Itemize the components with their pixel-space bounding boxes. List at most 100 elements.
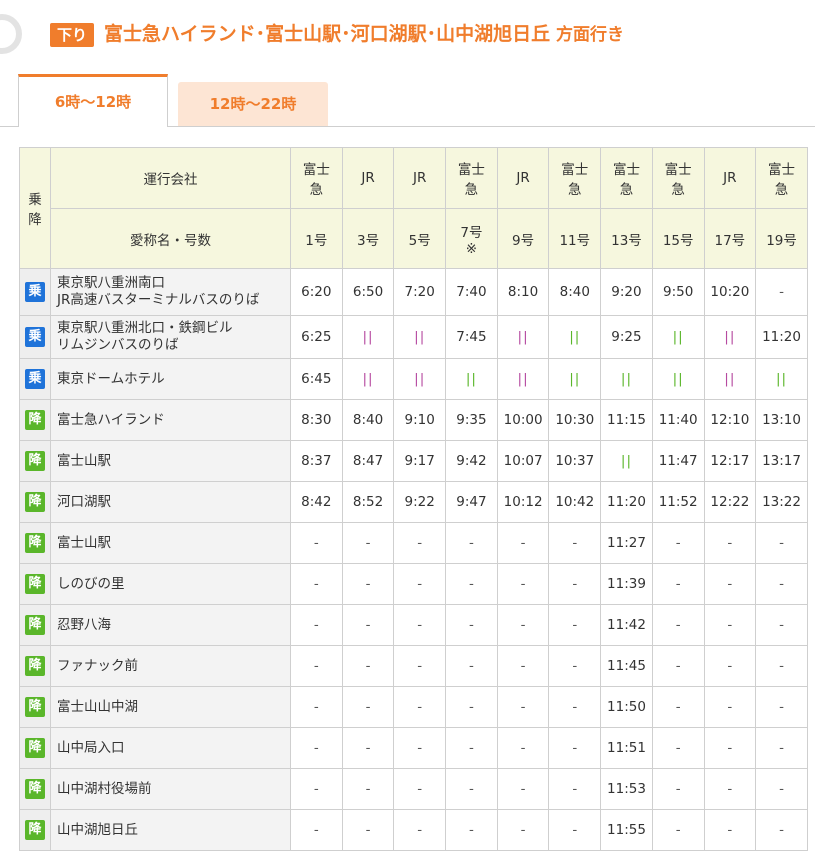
no-service-marker: - <box>468 658 474 674</box>
operator-cell: 富士 急 <box>445 147 498 209</box>
time-value: 11:20 <box>762 329 801 345</box>
no-service-marker: - <box>468 822 474 838</box>
departure-time-cell: - <box>703 563 757 605</box>
time-value: 6:25 <box>301 329 332 345</box>
service-number-cell[interactable]: 9号 <box>496 208 550 269</box>
stop-name[interactable]: 山中局入口 <box>50 727 291 769</box>
no-service-marker: - <box>417 658 423 674</box>
stop-name[interactable]: 東京ドームホテル <box>50 358 291 400</box>
departure-time-cell: - <box>651 768 705 810</box>
service-number-cell[interactable]: 7号 ※ <box>445 208 498 269</box>
departure-time-cell: - <box>755 645 808 687</box>
departure-time-cell: 9:47 <box>445 481 498 523</box>
no-service-marker: - <box>520 617 526 633</box>
service-number-cell[interactable]: 13号 <box>600 208 653 269</box>
departure-time-cell: - <box>341 645 395 687</box>
time-value: 9:22 <box>404 494 435 510</box>
departure-time-cell: 8:40 <box>548 268 602 316</box>
stop-name[interactable]: 富士山駅 <box>50 522 291 564</box>
operator-cell: 富士 急 <box>290 147 343 209</box>
departure-time-cell: - <box>341 686 395 728</box>
operator-cell: JR <box>393 147 447 209</box>
tab-morning[interactable]: 6時～12時 <box>18 74 168 127</box>
service-number-cell[interactable]: 19号 <box>755 208 808 269</box>
no-service-marker: - <box>675 658 681 674</box>
time-value: 11:39 <box>607 576 646 592</box>
departure-time-cell: || <box>703 358 757 400</box>
departure-time-cell: 9:20 <box>600 268 653 316</box>
time-value: 7:45 <box>456 329 487 345</box>
page-title-main: 富士急ハイランド･富士山駅･河口湖駅･山中湖旭日丘 <box>104 23 551 45</box>
stop-name[interactable]: 河口湖駅 <box>50 481 291 523</box>
pass-through-marker: || <box>517 371 529 387</box>
departure-time-cell: - <box>341 809 395 851</box>
departure-time-cell: 9:35 <box>445 399 498 441</box>
departure-time-cell: 10:30 <box>548 399 602 441</box>
time-value: 9:20 <box>611 284 642 300</box>
departure-time-cell: - <box>548 645 602 687</box>
time-value: 8:40 <box>352 412 384 428</box>
stop-name[interactable]: ファナック前 <box>50 645 291 687</box>
time-value: 11:27 <box>607 535 646 551</box>
service-number-cell[interactable]: 15号 <box>651 208 705 269</box>
departure-time-cell: - <box>703 809 757 851</box>
pass-through-marker: || <box>775 371 788 387</box>
no-service-marker: - <box>675 740 681 756</box>
alighting-icon: 降 <box>25 615 45 635</box>
service-number-cell[interactable]: 11号 <box>548 208 602 269</box>
no-service-marker: - <box>779 781 784 797</box>
departure-time-cell: 12:10 <box>703 399 757 441</box>
stop-name[interactable]: 山中湖村役場前 <box>50 768 291 810</box>
departure-time-cell: - <box>651 522 705 564</box>
service-number-cell[interactable]: 17号 <box>703 208 757 269</box>
departure-time-cell: 8:10 <box>496 268 550 316</box>
stop-name[interactable]: 富士急ハイランド <box>50 399 291 441</box>
no-service-marker: - <box>365 781 371 797</box>
stop-name[interactable]: 富士山山中湖 <box>50 686 291 728</box>
departure-time-cell: 11:40 <box>651 399 705 441</box>
departure-time-cell: - <box>755 768 808 810</box>
stop-name[interactable]: 東京駅八重洲北口・鉄鋼ビル リムジンバスのりば <box>50 315 291 359</box>
stop-name[interactable]: しのびの里 <box>50 563 291 605</box>
stop-name[interactable]: 富士山駅 <box>50 440 291 482</box>
departure-time-cell: - <box>393 563 447 605</box>
pass-through-marker: || <box>362 371 374 387</box>
stop-name[interactable]: 東京駅八重洲南口 JR高速バスターミナルバスのりば <box>50 268 291 316</box>
alighting-icon: 降 <box>25 697 45 717</box>
time-value: 6:50 <box>352 284 384 300</box>
time-value: 11:51 <box>607 740 646 756</box>
no-service-marker: - <box>520 535 526 551</box>
departure-time-cell: - <box>651 727 705 769</box>
departure-time-cell: || <box>703 315 757 359</box>
departure-time-cell: - <box>703 522 757 564</box>
no-service-marker: - <box>572 617 578 633</box>
no-service-marker: - <box>520 781 526 797</box>
time-value: 9:17 <box>404 453 435 469</box>
tab-afternoon[interactable]: 12時～22時 <box>178 82 328 126</box>
time-value: 10:42 <box>555 494 595 510</box>
departure-time-cell: 11:51 <box>600 727 653 769</box>
service-number-cell[interactable]: 1号 <box>290 208 343 269</box>
time-value: 13:22 <box>762 494 801 510</box>
no-service-marker: - <box>779 617 784 633</box>
no-service-marker: - <box>572 740 578 756</box>
time-value: 11:53 <box>607 781 646 797</box>
time-value: 8:37 <box>301 453 332 469</box>
stop-name[interactable]: 忍野八海 <box>50 604 291 646</box>
stop-name[interactable]: 山中湖旭日丘 <box>50 809 291 851</box>
departure-time-cell: 6:50 <box>341 268 395 316</box>
no-service-marker: - <box>417 740 423 756</box>
departure-time-cell: 13:22 <box>755 481 808 523</box>
departure-time-cell: - <box>496 809 550 851</box>
departure-time-cell: || <box>600 358 653 400</box>
service-number-cell[interactable]: 5号 <box>393 208 447 269</box>
no-service-marker: - <box>417 535 423 551</box>
time-value: 11:40 <box>658 412 698 428</box>
departure-time-cell: - <box>703 727 757 769</box>
service-number-cell[interactable]: 3号 <box>341 208 395 269</box>
no-service-marker: - <box>417 699 423 715</box>
table-row: 降富士山山中湖 - - - - - - 11:50 - - - <box>19 686 808 728</box>
table-row: 降山中湖村役場前 - - - - - - 11:53 - - - <box>19 768 808 810</box>
departure-time-cell: - <box>290 645 343 687</box>
departure-time-cell: - <box>651 686 705 728</box>
